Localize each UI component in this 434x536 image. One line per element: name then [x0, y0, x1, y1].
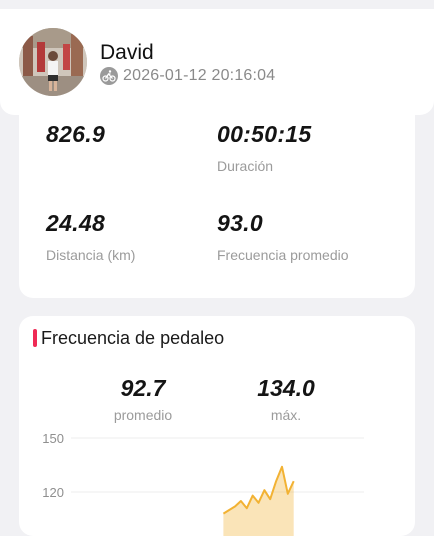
- user-name: David: [100, 41, 154, 64]
- y-tick-label: 150: [42, 431, 64, 446]
- stat-label-distance: Distancia (km): [46, 247, 136, 263]
- summary-stats-card: 826.9 00:50:15 Duración 24.48 Distancia …: [19, 100, 415, 298]
- y-tick-label: 120: [42, 485, 64, 500]
- activity-meta: 2026-01-12 20:16:04: [100, 67, 275, 85]
- stat-value-distance: 24.48: [46, 210, 106, 236]
- cadence-card: Frecuencia de pedaleo 92.7 promedio 134.…: [19, 316, 415, 536]
- activity-header: David 2026-01-12 20:16:04: [0, 9, 434, 115]
- cadence-chart: 150 120: [42, 431, 364, 536]
- stat-value-duration: 00:50:15: [217, 121, 312, 147]
- stat-label-avg-cadence: Frecuencia promedio: [217, 247, 349, 263]
- cadence-max-label: máx.: [270, 407, 302, 423]
- stat-label-duration: Duración: [217, 158, 274, 174]
- cadence-avg-value: 92.7: [120, 375, 166, 401]
- cadence-max-value: 134.0: [257, 375, 315, 401]
- status-bar-area: [0, 0, 434, 9]
- cycling-icon: [100, 67, 118, 85]
- avatar[interactable]: [19, 28, 87, 96]
- stat-value-calories: 826.9: [46, 121, 106, 147]
- section-accent-bar: [33, 329, 37, 347]
- activity-timestamp: 2026-01-12 20:16:04: [123, 67, 276, 84]
- stat-value-avg-cadence: 93.0: [217, 210, 263, 236]
- cadence-avg-label: promedio: [113, 407, 173, 423]
- cadence-title: Frecuencia de pedaleo: [41, 328, 225, 348]
